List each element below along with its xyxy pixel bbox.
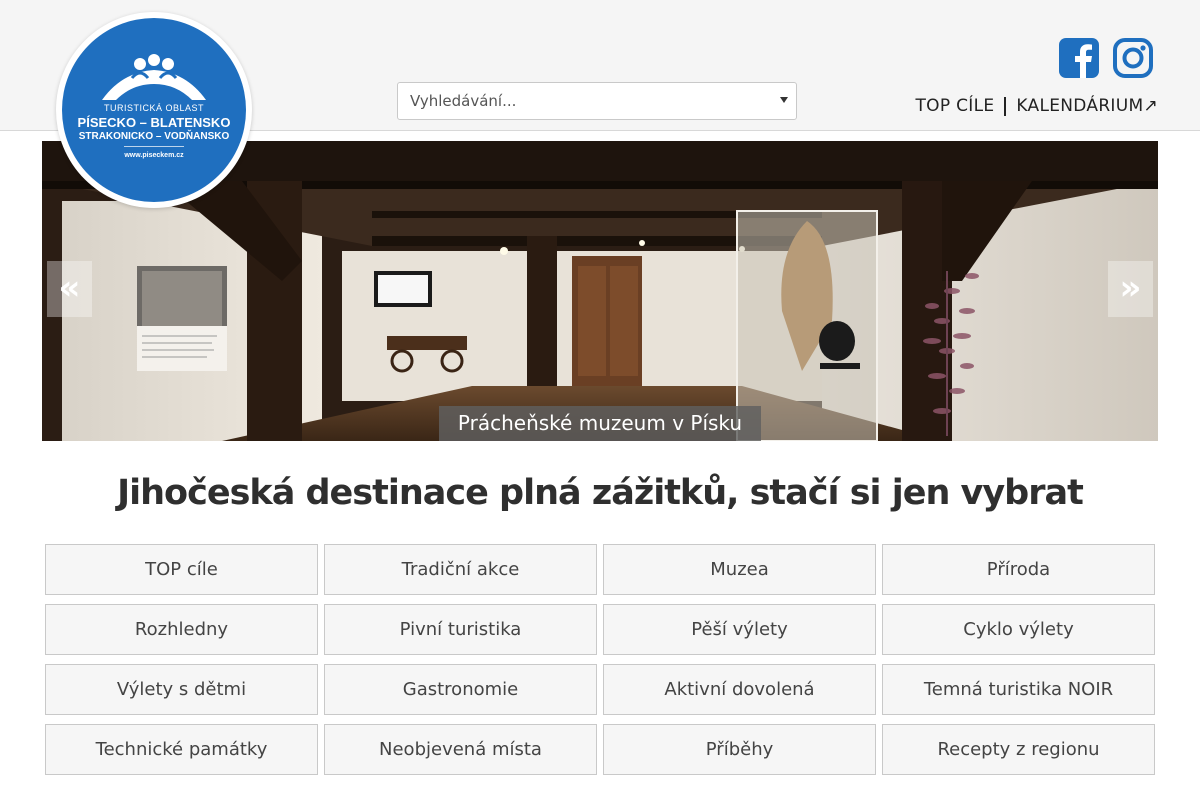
logo-url: www.piseckem.cz bbox=[124, 152, 184, 159]
logo-text-line2: PÍSECKO – BLATENSKO bbox=[77, 115, 231, 130]
nav-separator bbox=[1004, 96, 1007, 116]
category-button[interactable]: Aktivní dovolená bbox=[603, 664, 876, 715]
logo-badge: TURISTICKÁ OBLAST PÍSECKO – BLATENSKO ST… bbox=[62, 18, 246, 202]
slider-next-button[interactable]: » bbox=[1108, 261, 1153, 317]
logo-divider bbox=[124, 146, 184, 147]
site-logo[interactable]: TURISTICKÁ OBLAST PÍSECKO – BLATENSKO ST… bbox=[56, 12, 252, 208]
category-button[interactable]: Tradiční akce bbox=[324, 544, 597, 595]
instagram-icon[interactable] bbox=[1112, 37, 1154, 79]
nav-link-kalendarium[interactable]: KALENDÁRIUM↗ bbox=[1016, 96, 1158, 116]
site-header: TURISTICKÁ OBLAST PÍSECKO – BLATENSKO ST… bbox=[0, 0, 1200, 208]
page-headline: Jihočeská destinace plná zážitků, stačí … bbox=[117, 473, 1084, 513]
category-button[interactable]: Recepty z regionu bbox=[882, 724, 1155, 775]
slider-prev-button[interactable]: « bbox=[47, 261, 92, 317]
nav-link-top-cile[interactable]: TOP CÍLE bbox=[915, 96, 994, 116]
category-button[interactable]: Gastronomie bbox=[324, 664, 597, 715]
logo-text-line1: TURISTICKÁ OBLAST bbox=[103, 103, 205, 113]
search-input[interactable] bbox=[398, 83, 768, 119]
category-button[interactable]: Pivní turistika bbox=[324, 604, 597, 655]
logo-hills-icon bbox=[102, 54, 206, 100]
category-button[interactable]: Příběhy bbox=[603, 724, 876, 775]
top-navigation: TOP CÍLE KALENDÁRIUM↗ bbox=[915, 96, 1158, 116]
category-button[interactable]: Příroda bbox=[882, 544, 1155, 595]
slide-caption[interactable]: Prácheňské muzeum v Písku bbox=[439, 406, 761, 441]
category-button[interactable]: Muzea bbox=[603, 544, 876, 595]
chevron-down-icon[interactable] bbox=[780, 97, 788, 103]
category-button[interactable]: Výlety s dětmi bbox=[45, 664, 318, 715]
category-button[interactable]: Cyklo výlety bbox=[882, 604, 1155, 655]
category-button[interactable]: Rozhledny bbox=[45, 604, 318, 655]
category-button[interactable]: Pěší výlety bbox=[603, 604, 876, 655]
search-select[interactable] bbox=[397, 82, 797, 120]
logo-text-line3: STRAKONICKO – VODŇANSKO bbox=[78, 131, 230, 142]
category-button[interactable]: TOP cíle bbox=[45, 544, 318, 595]
category-button[interactable]: Temná turistika NOIR bbox=[882, 664, 1155, 715]
category-button[interactable]: Technické památky bbox=[45, 724, 318, 775]
category-button[interactable]: Neobjevená místa bbox=[324, 724, 597, 775]
facebook-icon[interactable] bbox=[1058, 37, 1100, 79]
